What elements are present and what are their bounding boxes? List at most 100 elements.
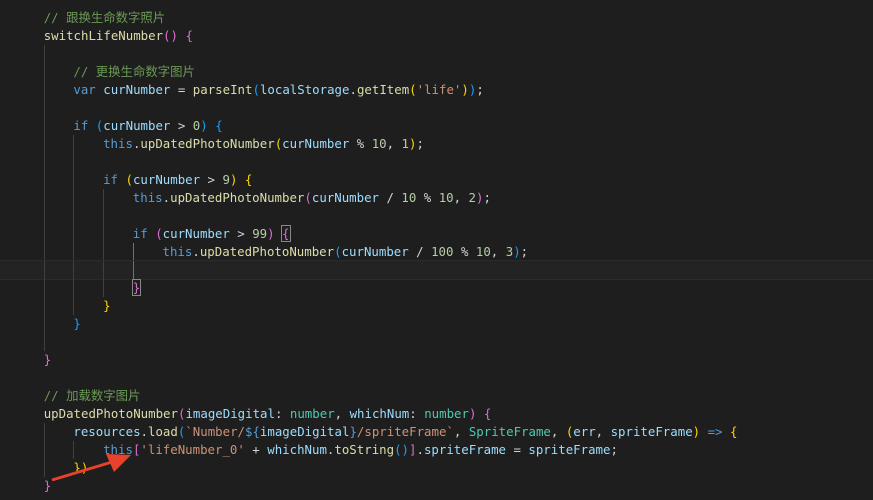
code-line[interactable]: if (curNumber > 9) { [0, 171, 873, 189]
code-token: { [215, 118, 223, 133]
code-line[interactable] [0, 45, 873, 63]
code-line[interactable]: } [0, 351, 873, 369]
code-token: resources [73, 424, 141, 439]
code-token: 1 [401, 136, 409, 151]
code-token: spriteFrame [610, 424, 693, 439]
code-text: } [131, 279, 142, 297]
code-line[interactable]: if (curNumber > 0) { [0, 117, 873, 135]
code-text: // 更换生命数字图片 [73, 63, 195, 81]
code-token: ) [692, 424, 701, 439]
code-line[interactable] [0, 99, 873, 117]
code-line[interactable]: upDatedPhotoNumber(imageDigital: number,… [0, 405, 873, 423]
code-text: // 跟换生命数字照片 [44, 9, 166, 27]
code-token: : [409, 406, 425, 421]
code-token: } [349, 424, 357, 439]
code-token: curNumber [103, 118, 171, 133]
indent-guide [43, 315, 45, 333]
indent-guide [43, 423, 45, 441]
code-token: % [416, 190, 439, 205]
code-token: { [280, 225, 291, 242]
code-text: this['lifeNumber_0' + whichNum.toString(… [103, 441, 618, 459]
code-text: switchLifeNumber() { [44, 27, 193, 45]
code-line[interactable]: this.upDatedPhotoNumber(curNumber % 10, … [0, 135, 873, 153]
code-line[interactable] [0, 260, 873, 280]
code-token: if [103, 172, 119, 187]
code-line[interactable]: } [0, 477, 873, 495]
code-text: } [73, 315, 80, 333]
indent-guide [43, 135, 45, 153]
code-line[interactable] [0, 369, 873, 387]
code-line[interactable]: resources.load(`Number/${imageDigital}/s… [0, 423, 873, 441]
code-token: curNumber [282, 136, 350, 151]
code-token: var [73, 82, 96, 97]
code-line[interactable]: if (curNumber > 99) { [0, 225, 873, 243]
code-line[interactable]: this.upDatedPhotoNumber(curNumber / 10 %… [0, 189, 873, 207]
code-line[interactable] [0, 207, 873, 225]
code-line[interactable] [0, 333, 873, 351]
code-text: var curNumber = parseInt(localStorage.ge… [73, 81, 483, 99]
code-line[interactable] [0, 153, 873, 171]
indent-guide [43, 207, 45, 225]
code-token: = [170, 82, 193, 97]
code-token: spriteFrame [528, 442, 611, 457]
code-token: // 加载数字图片 [43, 388, 141, 403]
indent-guide [73, 189, 75, 207]
code-editor[interactable]: // 跟换生命数字照片 switchLifeNumber() { // 更换生命数字… [0, 0, 873, 500]
code-token: { [483, 406, 492, 421]
code-line[interactable]: }) [0, 459, 873, 477]
code-line[interactable]: // 跟换生命数字照片 [0, 9, 873, 27]
indent-guide [103, 243, 105, 261]
code-token: upDatedPhotoNumber [43, 406, 178, 421]
code-line[interactable]: this['lifeNumber_0' + whichNum.toString(… [0, 441, 873, 459]
code-token: . [349, 82, 357, 97]
code-token: getItem [356, 82, 410, 97]
code-token: ; [483, 190, 491, 205]
code-token: curNumber [132, 172, 201, 187]
code-token: , [453, 190, 469, 205]
code-text: this.upDatedPhotoNumber(curNumber % 10, … [103, 135, 424, 153]
code-text: } [44, 477, 51, 495]
code-line[interactable]: switchLifeNumber() { [0, 27, 873, 45]
indent-guide [43, 459, 45, 477]
code-token: 10 [401, 190, 417, 205]
indent-guide [73, 297, 75, 315]
code-token: this [162, 244, 193, 259]
code-line[interactable]: var curNumber = parseInt(localStorage.ge… [0, 81, 873, 99]
code-line[interactable]: this.upDatedPhotoNumber(curNumber / 100 … [0, 243, 873, 261]
code-line[interactable]: // 更换生命数字图片 [0, 63, 873, 81]
code-token: > [229, 226, 253, 241]
code-token: . [140, 424, 148, 439]
code-token: 10 [475, 244, 491, 259]
indent-guide [73, 207, 75, 225]
code-token: parseInt [192, 82, 253, 97]
code-token: curNumber [162, 226, 230, 241]
code-token: } [43, 478, 52, 493]
code-token: { [185, 28, 193, 43]
indent-guide [43, 81, 45, 99]
code-token: . [416, 442, 424, 457]
code-line[interactable]: } [0, 315, 873, 333]
code-token: /spriteFrame` [356, 424, 454, 439]
indent-guide [43, 333, 45, 351]
indent-guide [73, 153, 75, 171]
code-token: localStorage [259, 82, 350, 97]
code-token: > [200, 172, 223, 187]
code-text: // 加载数字图片 [44, 387, 141, 405]
code-token: , [595, 424, 611, 439]
code-line[interactable]: // 加载数字图片 [0, 387, 873, 405]
code-token: / [408, 244, 432, 259]
code-line[interactable]: } [0, 279, 873, 297]
indent-guide [43, 243, 45, 261]
code-token: 'lifeNumber_0' [140, 442, 245, 457]
indent-guide [43, 279, 45, 297]
code-token: curNumber [341, 244, 409, 259]
code-token: upDatedPhotoNumber [199, 244, 335, 259]
code-line[interactable]: } [0, 297, 873, 315]
code-token: : [274, 406, 290, 421]
code-token: , [550, 424, 566, 439]
code-token: ) [200, 118, 208, 133]
indent-guide [103, 207, 105, 225]
code-token: ; [520, 244, 529, 259]
